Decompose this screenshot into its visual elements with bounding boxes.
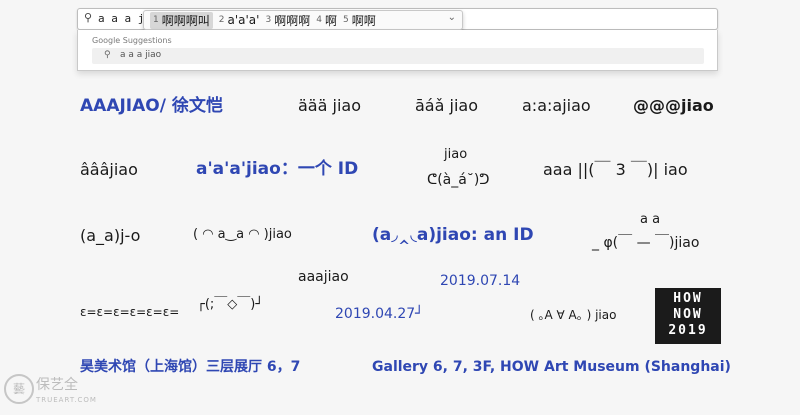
- variant-colon: a:a:ajiao: [522, 96, 591, 115]
- variant-circumflex: âââjiao: [80, 160, 138, 179]
- kaomoji-5: ┌(;￣◇￣)┘: [197, 297, 264, 312]
- ime-candidate[interactable]: 4啊: [316, 12, 337, 29]
- chevron-down-icon[interactable]: ⌄: [448, 12, 456, 23]
- date-end: 2019.07.14: [440, 273, 521, 289]
- ime-candidate[interactable]: 3 啊啊啊: [265, 12, 310, 29]
- kaomoji-4: _ φ(￣ — ￣)jiao: [592, 235, 700, 251]
- suggestion-item[interactable]: ⚲ a a a jiao: [92, 48, 704, 64]
- variant-at: @@@jiao: [633, 96, 714, 115]
- watermark-logo-icon: 藝: [4, 374, 34, 404]
- search-icon: ⚲: [84, 11, 93, 24]
- artist-title: AAAJIAO/ 徐文恺: [80, 96, 223, 116]
- kaomoji-1-top: jiao: [444, 147, 468, 162]
- kaomoji-3: ( ◠ a‿a ◠ )jiao: [193, 227, 292, 242]
- watermark: 藝 保艺全 TRUEART.COM: [4, 372, 124, 410]
- suggestions-header: Google Suggestions: [92, 36, 172, 45]
- aaajiao-small: aaajiao: [298, 269, 349, 285]
- variant-aj: (a_a)j-o: [80, 226, 141, 245]
- venue-en: Gallery 6, 7, 3F, HOW Art Museum (Shangh…: [372, 359, 731, 375]
- variant-umlaut: äää jiao: [298, 96, 361, 115]
- search-icon: ⚲: [104, 50, 111, 60]
- ime-candidate-bar: 1 啊啊啊叫 2 a'a'a' 3 啊啊啊 4啊 5 啊啊 ⌄: [143, 10, 463, 30]
- id-cn: a'a'a'jiao：一个 ID: [196, 159, 359, 179]
- kaomoji-2: aaa ||(￣ 3 ￣)| iao: [543, 160, 688, 179]
- an-id-en: (a◞‸◟a)jiao: an ID: [372, 225, 534, 245]
- kaomoji-1: ᕦ(à_á˘)ᕤ: [427, 172, 490, 188]
- kaomoji-4-top: a a: [640, 212, 661, 227]
- kaomoji-6: ( ｡A ∀ A｡ ) jiao: [530, 308, 617, 322]
- ime-candidate[interactable]: 1 啊啊啊叫: [150, 11, 213, 29]
- how-now-logo: HOW NOW 2019: [655, 288, 721, 344]
- ime-candidate[interactable]: 2 a'a'a': [219, 13, 260, 27]
- epsilon-trail: ε=ε=ε=ε=ε=ε=: [80, 305, 180, 319]
- suggestion-label: a a a jiao: [120, 50, 162, 60]
- ime-candidate[interactable]: 5 啊啊: [343, 12, 376, 29]
- date-start: 2019.04.27┘: [335, 306, 424, 322]
- suggestions-dropdown: Google Suggestions ⚲ a a a jiao: [77, 30, 718, 71]
- variant-accent: āáǎ jiao: [415, 96, 478, 115]
